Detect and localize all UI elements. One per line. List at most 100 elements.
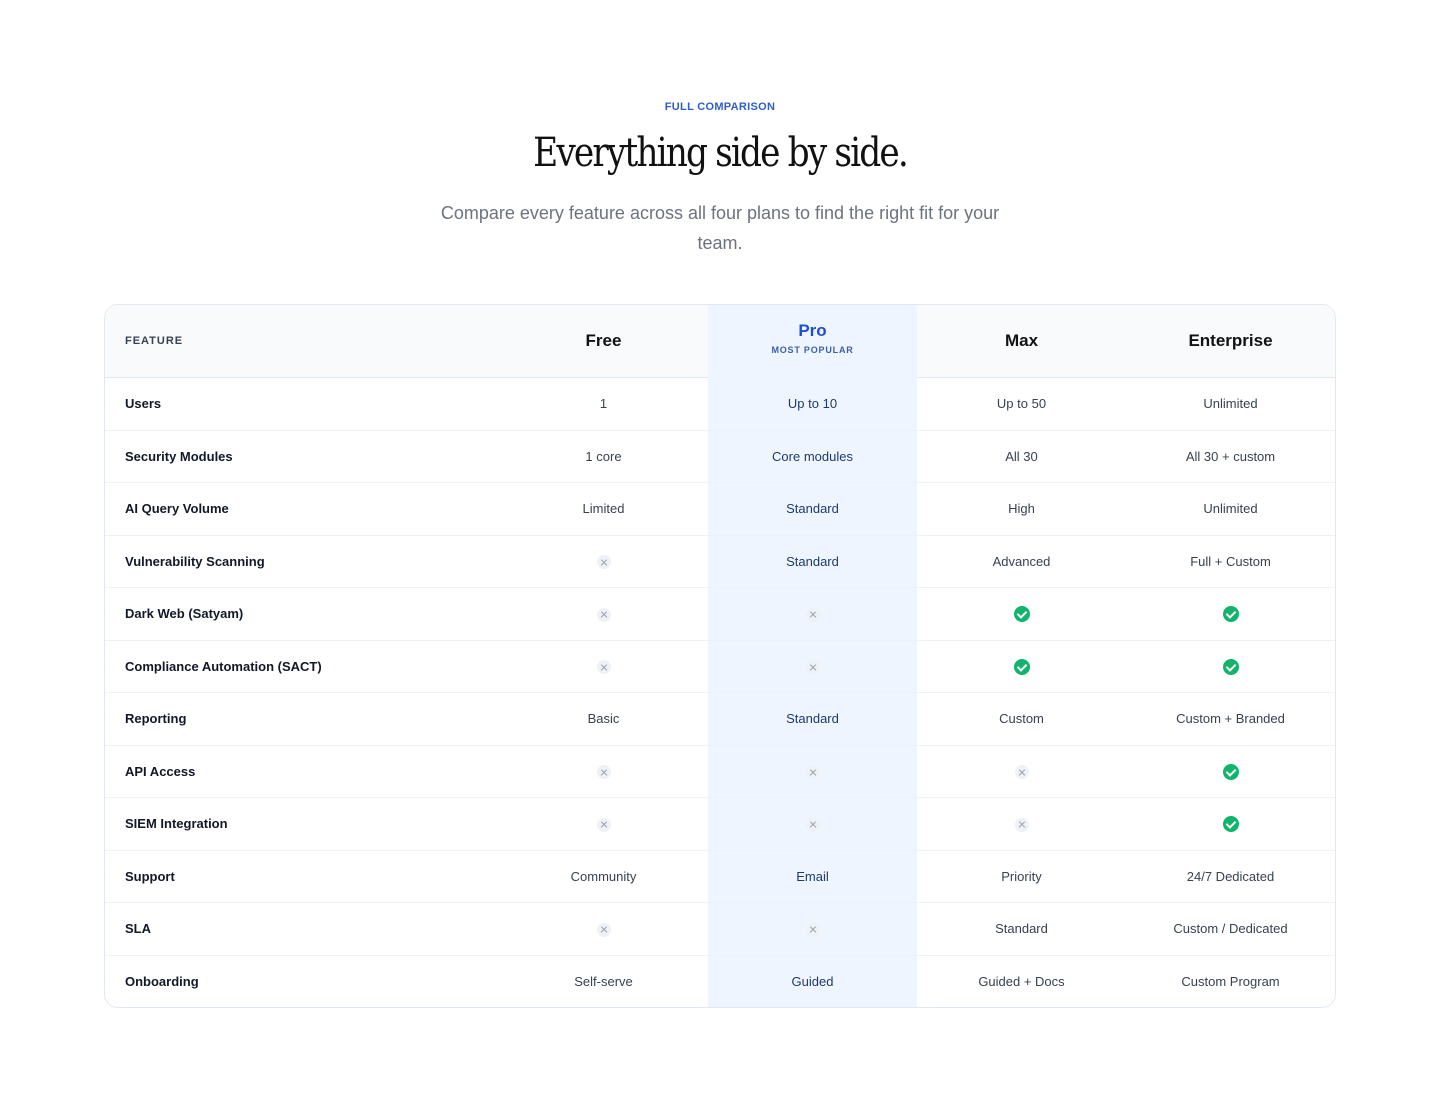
plan-value: Priority [1001, 868, 1042, 884]
table-row: Support Community Email Priority 24/7 Dedica… [105, 851, 1335, 903]
plan-value-cell [708, 763, 917, 780]
plan-value: Custom [999, 711, 1044, 727]
plan-value-cell: Advanced [917, 554, 1126, 569]
plan-value-cell: All 30 [917, 449, 1126, 464]
check-icon [1222, 816, 1239, 833]
table-row: Onboarding Self-serve Guided Guided + Docs C… [105, 956, 1335, 1008]
feature-label: Vulnerability Scanning [125, 553, 265, 569]
feature-label: Onboarding [125, 974, 199, 990]
plan-value-cell: 24/7 Dedicated [1126, 869, 1335, 884]
plan-value: Full + Custom [1190, 553, 1271, 569]
plan-value-cell: Guided + Docs [917, 974, 1126, 989]
x-icon [596, 607, 611, 622]
plan-value-cell: Community [499, 869, 708, 884]
plan-value-cell [1126, 605, 1335, 623]
plan-value-cell: Unlimited [1126, 396, 1335, 411]
plan-value-cell: Custom [917, 711, 1126, 726]
table-row: API Access [105, 746, 1335, 798]
section-subtitle: Compare every feature across all four pl… [440, 203, 1000, 253]
plan-value-cell [1126, 763, 1335, 780]
plan-value-cell [708, 921, 917, 937]
feature-label: Users [125, 396, 162, 412]
plan-value-cell [917, 763, 1126, 780]
plan-value-cell [708, 816, 917, 832]
plan-value-cell [499, 553, 708, 570]
plan-value: Advanced [992, 553, 1051, 569]
plan-header-enterprise: Enterprise [1126, 331, 1335, 351]
x-icon [805, 607, 820, 622]
plan-value: Standard [786, 711, 839, 727]
feature-label: Compliance Automation (SACT) [125, 658, 322, 674]
plan-value: Custom / Dedicated [1173, 921, 1288, 937]
feature-label: Support [125, 868, 175, 884]
plan-value: Basic [587, 711, 620, 727]
table-row: Compliance Automation (SACT) [105, 641, 1335, 693]
plan-name: Enterprise [1188, 331, 1273, 350]
x-icon [805, 660, 820, 675]
plan-header-free: Free [499, 331, 708, 351]
comparison-table: FEATURE Free Pro MOST POPULAR Max Enterp… [104, 304, 1336, 1008]
section-eyebrow: FULL COMPARISON [664, 101, 776, 113]
table-row: Reporting Basic Standard Custom Custom + Bra… [105, 693, 1335, 746]
plan-value-cell: 1 core [499, 449, 708, 464]
table-row: Security Modules 1 core Core modules All 30… [105, 431, 1335, 483]
plan-value: Custom + Branded [1176, 711, 1285, 727]
x-icon [596, 817, 611, 832]
plan-value: Email [796, 868, 829, 884]
plan-value: All 30 [1005, 448, 1038, 464]
feature-label: Security Modules [125, 448, 233, 464]
plan-value: Guided [791, 974, 834, 990]
plan-name: Max [1004, 331, 1039, 350]
section-title: Everything side by side. [533, 130, 909, 176]
plan-value-cell: All 30 + custom [1126, 449, 1335, 464]
plan-value-cell: Standard [708, 711, 917, 726]
feature-label: SLA [125, 921, 151, 937]
check-icon [1222, 763, 1239, 780]
plan-value-cell [499, 658, 708, 675]
plan-value-cell: Self-serve [499, 974, 708, 989]
plan-value-cell: Standard [917, 921, 1126, 936]
table-row: Vulnerability Scanning Standard Advanced Fu… [105, 536, 1335, 588]
feature-label: SIEM Integration [125, 816, 228, 832]
plan-value: Guided + Docs [978, 974, 1065, 990]
plan-value: Up to 50 [996, 396, 1047, 412]
plan-value: Standard [786, 501, 839, 517]
x-icon [1014, 817, 1029, 832]
feature-label: API Access [125, 763, 196, 779]
plan-value-cell: Custom / Dedicated [1126, 921, 1335, 936]
plan-value-cell [708, 658, 917, 675]
x-icon [596, 765, 611, 780]
plan-value-cell: Unlimited [1126, 501, 1335, 516]
plan-value-cell: Basic [499, 711, 708, 726]
x-icon [805, 765, 820, 780]
plan-value: Unlimited [1203, 501, 1258, 517]
plan-value-cell [499, 921, 708, 937]
plan-value: Custom Program [1181, 974, 1280, 990]
plan-header-pro: Pro MOST POPULAR [708, 321, 917, 355]
plan-value: Standard [995, 921, 1048, 937]
plan-value-cell: Core modules [708, 449, 917, 464]
table-row: SIEM Integration [105, 798, 1335, 851]
plan-name: Pro [798, 321, 827, 340]
x-icon [596, 660, 611, 675]
plan-value: Standard [786, 553, 839, 569]
x-icon [1014, 765, 1029, 780]
check-icon [1013, 658, 1030, 675]
plan-value-cell [708, 606, 917, 622]
check-icon [1222, 658, 1239, 675]
plan-value-cell: 1 [499, 396, 708, 411]
plan-value: High [1008, 501, 1035, 517]
plan-value: Up to 10 [787, 396, 838, 412]
table-row: SLA Standard Custom / Dedicated [105, 903, 1335, 956]
plan-value-cell: Custom + Branded [1126, 711, 1335, 726]
plan-value-cell: Priority [917, 869, 1126, 884]
most-popular-badge: MOST POPULAR [771, 345, 854, 355]
plan-value-cell: Guided [708, 974, 917, 989]
plan-value: 24/7 Dedicated [1186, 868, 1275, 884]
feature-label: Reporting [125, 711, 187, 727]
plan-value-cell: Custom Program [1126, 974, 1335, 989]
x-icon [805, 817, 820, 832]
plan-value-cell: Standard [708, 554, 917, 569]
feature-label: AI Query Volume [125, 501, 229, 517]
table-row: AI Query Volume Limited Standard High Unlimi… [105, 483, 1335, 536]
